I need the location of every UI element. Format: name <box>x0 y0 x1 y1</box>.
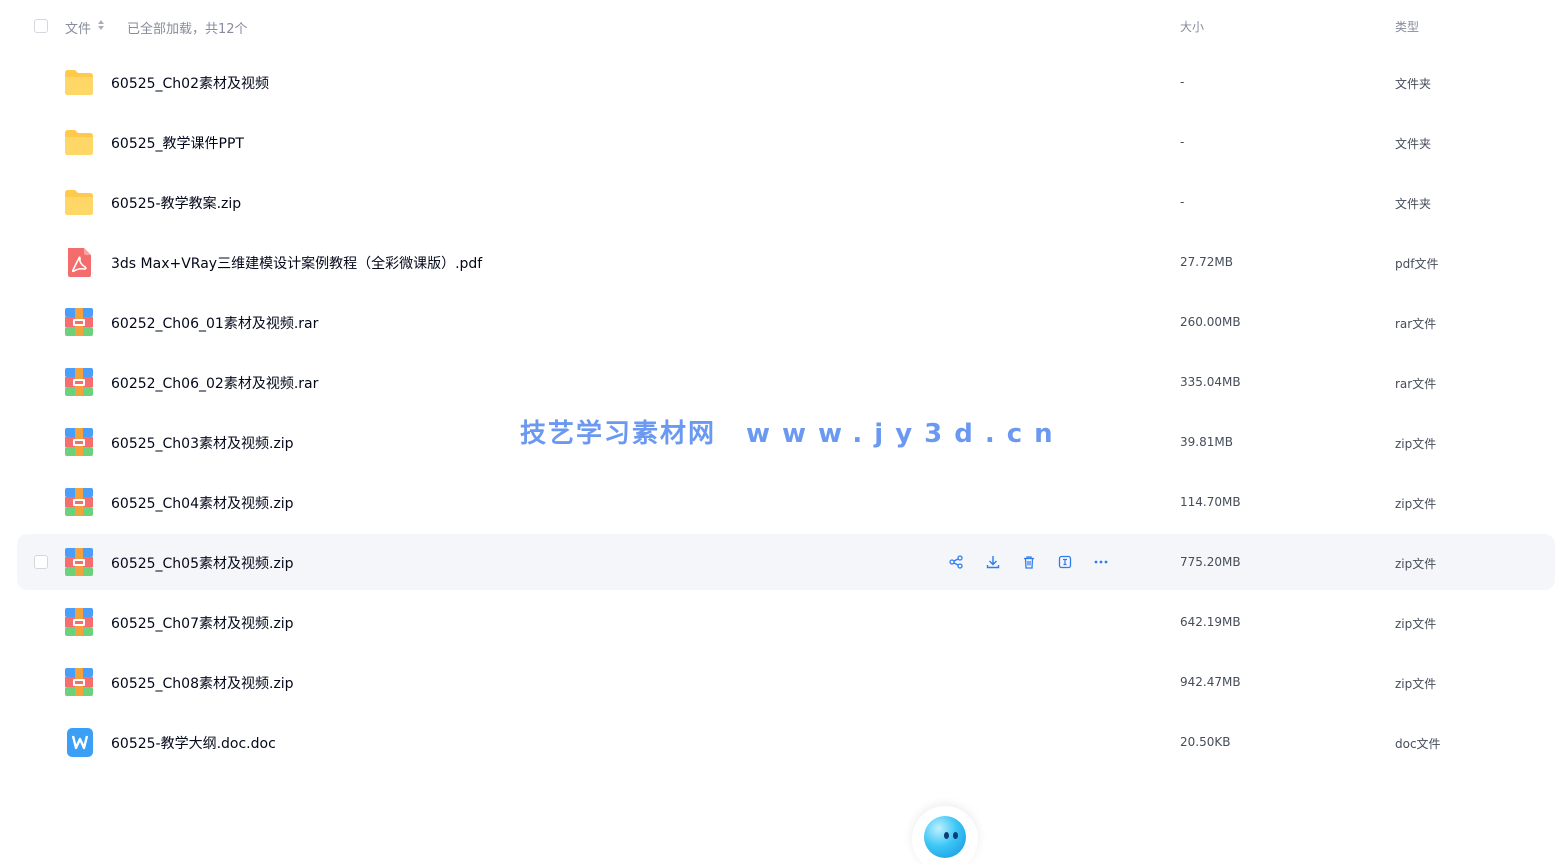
file-size: 27.72MB <box>1180 255 1233 269</box>
file-name[interactable]: 60525_Ch03素材及视频.zip <box>111 433 294 453</box>
file-type: zip文件 <box>1395 497 1437 511</box>
file-type: zip文件 <box>1395 677 1437 691</box>
file-size: 942.47MB <box>1180 675 1241 689</box>
file-name[interactable]: 60525-教学大纲.doc.doc <box>111 733 276 753</box>
file-row[interactable]: 60525_Ch08素材及视频.zip 942.47MB zip文件 <box>17 654 1555 710</box>
file-column-header[interactable]: 文件 <box>65 18 91 37</box>
file-type: zip文件 <box>1395 557 1437 571</box>
file-name[interactable]: 60525_Ch07素材及视频.zip <box>111 613 294 633</box>
file-size: 114.70MB <box>1180 495 1241 509</box>
watermark-site: 技艺学习素材网 <box>520 419 717 449</box>
archive-icon <box>63 487 95 517</box>
file-name[interactable]: 60252_Ch06_02素材及视频.rar <box>111 373 318 393</box>
file-row[interactable]: 60525_Ch07素材及视频.zip 642.19MB zip文件 <box>17 594 1555 650</box>
archive-icon <box>63 667 95 697</box>
archive-icon <box>63 307 95 337</box>
type-column-header: 类型 <box>1395 20 1420 34</box>
file-size: 20.50KB <box>1180 735 1231 749</box>
file-name[interactable]: 60525_Ch04素材及视频.zip <box>111 493 294 513</box>
list-header: 文件 已全部加载，共12个 大小 类型 <box>0 0 1555 52</box>
file-row[interactable]: 3ds Max+VRay三维建模设计案例教程（全彩微课版）.pdf 27.72MB… <box>17 234 1555 290</box>
file-name[interactable]: 60525_教学课件PPT <box>111 133 244 153</box>
folder-icon <box>63 67 95 97</box>
folder-icon <box>63 127 95 157</box>
share-icon[interactable] <box>947 553 965 571</box>
assistant-mascot-icon <box>924 816 966 858</box>
file-size: 335.04MB <box>1180 375 1241 389</box>
file-name[interactable]: 60252_Ch06_01素材及视频.rar <box>111 313 318 333</box>
watermark-url: www.jy3d.cn <box>746 419 1065 449</box>
more-icon[interactable] <box>1092 553 1110 571</box>
file-name[interactable]: 60525_Ch08素材及视频.zip <box>111 673 294 693</box>
file-type: zip文件 <box>1395 617 1437 631</box>
file-size: - <box>1180 75 1185 89</box>
file-type: rar文件 <box>1395 317 1437 331</box>
file-name[interactable]: 60525_Ch05素材及视频.zip <box>111 553 294 573</box>
file-type: 文件夹 <box>1395 77 1432 91</box>
doc-icon <box>63 727 95 757</box>
file-type: 文件夹 <box>1395 197 1432 211</box>
watermark: 技艺学习素材网 www.jy3d.cn <box>520 413 1065 450</box>
file-row[interactable]: 60525_Ch05素材及视频.zip 775.20MB zip文件 <box>17 534 1555 590</box>
size-column-header: 大小 <box>1180 20 1205 34</box>
file-name[interactable]: 60525-教学教案.zip <box>111 193 241 213</box>
file-row[interactable]: 60525-教学大纲.doc.doc 20.50KB doc文件 <box>17 714 1555 770</box>
file-size: 260.00MB <box>1180 315 1241 329</box>
file-size: 39.81MB <box>1180 435 1233 449</box>
file-type: pdf文件 <box>1395 257 1439 271</box>
file-row[interactable]: 60252_Ch06_01素材及视频.rar 260.00MB rar文件 <box>17 294 1555 350</box>
file-list-page: 文件 已全部加载，共12个 大小 类型 60525_Ch02素材及视频 - 文件夹 6… <box>0 0 1555 864</box>
file-row[interactable]: 60525-教学教案.zip - 文件夹 <box>17 174 1555 230</box>
file-size: 775.20MB <box>1180 555 1241 569</box>
file-row[interactable]: 60525_Ch02素材及视频 - 文件夹 <box>17 54 1555 110</box>
file-type: 文件夹 <box>1395 137 1432 151</box>
archive-icon <box>63 607 95 637</box>
delete-icon[interactable] <box>1020 553 1038 571</box>
file-size: - <box>1180 195 1185 209</box>
file-type: zip文件 <box>1395 437 1437 451</box>
file-name[interactable]: 60525_Ch02素材及视频 <box>111 73 269 93</box>
file-name[interactable]: 3ds Max+VRay三维建模设计案例教程（全彩微课版）.pdf <box>111 253 482 273</box>
file-size: - <box>1180 135 1185 149</box>
file-row[interactable]: 60252_Ch06_02素材及视频.rar 335.04MB rar文件 <box>17 354 1555 410</box>
archive-icon <box>63 547 95 577</box>
file-row[interactable]: 60525_教学课件PPT - 文件夹 <box>17 114 1555 170</box>
rename-icon[interactable] <box>1056 553 1074 571</box>
assistant-button[interactable] <box>912 806 978 864</box>
archive-icon <box>63 367 95 397</box>
folder-icon <box>63 187 95 217</box>
file-type: rar文件 <box>1395 377 1437 391</box>
archive-icon <box>63 427 95 457</box>
file-row[interactable]: 60525_Ch04素材及视频.zip 114.70MB zip文件 <box>17 474 1555 530</box>
load-status: 已全部加载，共12个 <box>127 22 248 37</box>
row-checkbox[interactable] <box>34 555 48 569</box>
sort-icon[interactable] <box>97 19 105 31</box>
pdf-icon <box>63 247 95 277</box>
select-all-checkbox[interactable] <box>34 19 48 33</box>
file-type: doc文件 <box>1395 737 1441 751</box>
download-icon[interactable] <box>984 553 1002 571</box>
file-size: 642.19MB <box>1180 615 1241 629</box>
